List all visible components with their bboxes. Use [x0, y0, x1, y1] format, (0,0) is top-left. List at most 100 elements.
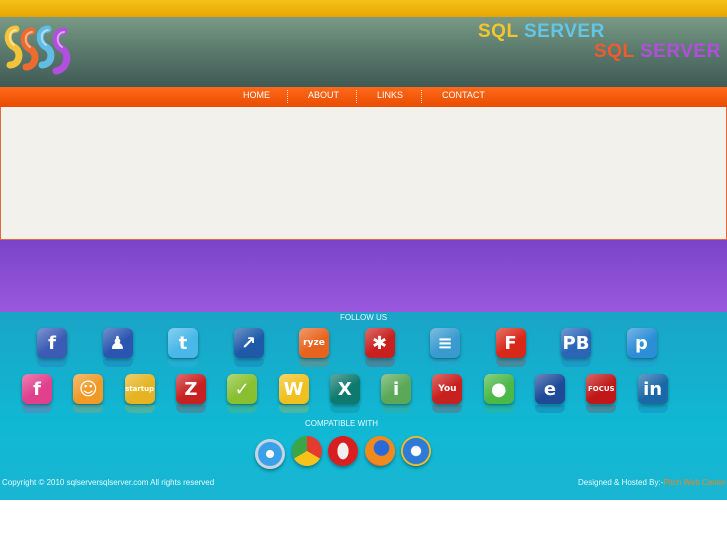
firefox-icon[interactable]: [364, 436, 395, 466]
focus-icon[interactable]: FOCUS: [586, 374, 617, 404]
icon-reflection: [329, 405, 360, 413]
social-row1-glyph: t: [178, 332, 188, 354]
social-row1-glyph: p: [635, 332, 648, 354]
plaxo-icon[interactable]: PB: [561, 328, 591, 358]
social-row1-glyph: ✱: [371, 332, 388, 354]
social-row1-glyph: ryze: [303, 338, 325, 348]
myspace-icon[interactable]: ♟: [102, 328, 133, 358]
yelp-icon[interactable]: ✱: [364, 328, 395, 358]
nav-separator: [356, 90, 357, 103]
youtube-icon[interactable]: You: [432, 374, 463, 404]
nav-separator: [287, 90, 288, 103]
icon-reflection: [483, 405, 514, 413]
purple-band: [0, 240, 727, 312]
main-nav: HOME ABOUT LINKS CONTACT: [0, 87, 727, 107]
stumble-chart-icon[interactable]: ↗: [233, 328, 264, 358]
icon-reflection: [299, 359, 329, 367]
social-row1-glyph: PB: [562, 332, 590, 354]
social-row2-glyph: e: [543, 378, 557, 400]
icon-reflection: [495, 359, 526, 367]
icon-reflection: [22, 405, 52, 413]
compatible-with-title: COMPATIBLE WITH: [305, 419, 379, 428]
pownce-icon[interactable]: p: [626, 328, 657, 358]
brand-server-word: SERVER: [524, 21, 605, 42]
social-row2-glyph: X: [337, 378, 352, 400]
icon-reflection: [102, 359, 133, 367]
icon-reflection: [233, 359, 264, 367]
logo-icon[interactable]: [2, 21, 78, 83]
nav-home[interactable]: HOME: [243, 90, 270, 100]
social-row2-glyph: ●: [490, 378, 507, 400]
zerply-icon[interactable]: ✓: [227, 374, 258, 404]
brand-title-line2: SQL SERVER: [594, 41, 721, 63]
nav-links[interactable]: LINKS: [377, 90, 403, 100]
follow-us-title: FOLLOW US: [340, 313, 388, 322]
brand-sql-word: SQL: [478, 21, 519, 42]
brand-sql-word: SQL: [594, 41, 635, 62]
xing-icon[interactable]: X: [329, 374, 360, 404]
site-header: SQL SERVER SQL SERVER: [0, 17, 727, 87]
designer-link[interactable]: Pitch Web Center: [663, 478, 726, 487]
brand-server-word: SERVER: [640, 41, 721, 62]
icon-reflection: [561, 359, 591, 367]
icon-reflection: [535, 405, 565, 413]
designed-by-label: Designed & Hosted By:-: [578, 478, 664, 487]
fark-icon[interactable]: F: [495, 328, 526, 358]
icon-reflection: [364, 359, 395, 367]
footer: FOLLOW US f ♟ t ↗ ryze ✱ ≡ F PB p f ☺ startup Z ✓ W Xi Y…: [0, 312, 727, 500]
nav-separator: [421, 90, 422, 103]
social-row2-glyph: ☺: [78, 378, 98, 400]
social-row2-glyph: startup: [125, 385, 155, 393]
icon-reflection: [73, 405, 104, 413]
ryze-icon[interactable]: ryze: [299, 328, 329, 358]
twitter-icon[interactable]: t: [168, 328, 198, 358]
icon-reflection: [227, 405, 258, 413]
ilike-icon[interactable]: i: [381, 374, 412, 404]
icon-reflection: [626, 359, 657, 367]
social-row1-glyph: f: [48, 332, 56, 354]
brand-title-line1: SQL SERVER: [478, 21, 605, 43]
nav-about[interactable]: ABOUT: [308, 90, 339, 100]
icon-reflection: [430, 359, 460, 367]
icon-reflection: [586, 405, 617, 413]
social-row2-glyph: Z: [184, 378, 198, 400]
internet-explorer-icon[interactable]: [401, 436, 431, 466]
icon-reflection: [168, 359, 198, 367]
icon-reflection: [175, 405, 206, 413]
social-row2-glyph: FOCUS: [587, 385, 615, 393]
friendfeed-icon[interactable]: ≡: [430, 328, 460, 358]
social-row1-glyph: F: [504, 332, 517, 354]
e-icon[interactable]: e: [535, 374, 565, 404]
icon-reflection: [37, 359, 67, 367]
social-row2-glyph: i: [393, 378, 400, 400]
icon-reflection: [432, 405, 463, 413]
content-area: [0, 107, 727, 240]
social-row2-glyph: f: [33, 378, 41, 400]
startup-icon[interactable]: startup: [124, 374, 155, 404]
linkedin-icon[interactable]: in: [637, 374, 668, 404]
social-row1-glyph: ≡: [437, 332, 453, 354]
facebook-icon[interactable]: f: [37, 328, 67, 358]
facebook-pink-icon[interactable]: f: [22, 374, 52, 404]
icon-reflection: [124, 405, 155, 413]
chrome-icon[interactable]: [291, 436, 322, 466]
social-row1-glyph: ↗: [240, 332, 257, 354]
copyright-text: Copyright © 2010 sqlserversqlserver.com …: [2, 478, 215, 487]
social-row1-glyph: ♟: [109, 332, 126, 354]
social-row2-glyph: W: [283, 378, 304, 400]
opera-icon[interactable]: [328, 436, 358, 466]
safari-icon[interactable]: [255, 439, 285, 469]
social-row2-glyph: in: [643, 378, 663, 400]
designed-by: Designed & Hosted By:-Pitch Web Center: [578, 478, 726, 487]
icon-reflection: [381, 405, 412, 413]
top-bar: [0, 0, 727, 17]
zoho-icon[interactable]: Z: [175, 374, 206, 404]
nav-contact[interactable]: CONTACT: [442, 90, 485, 100]
social-row2-glyph: You: [438, 384, 457, 394]
icon-reflection: [637, 405, 668, 413]
icon-reflection: [278, 405, 309, 413]
wakoopa-icon[interactable]: W: [278, 374, 309, 404]
technorati-icon[interactable]: ●: [483, 374, 514, 404]
friend-icon[interactable]: ☺: [73, 374, 104, 404]
social-row2-glyph: ✓: [234, 378, 250, 400]
